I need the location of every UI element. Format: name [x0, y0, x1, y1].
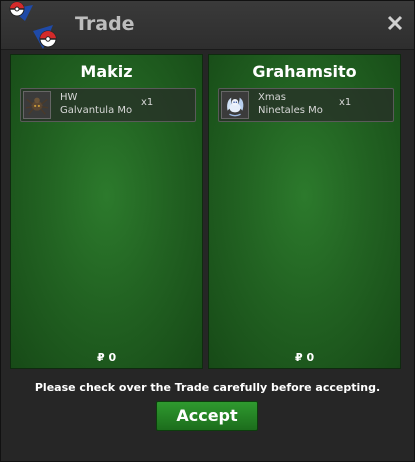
trade-item-right[interactable]: Xmas Ninetales Mo x1 [218, 88, 394, 122]
trade-panel-right: Grahamsito Xmas Ninetales Mo x1 ₽ 0 [208, 54, 401, 369]
trade-notice: Please check over the Trade carefully be… [34, 381, 381, 394]
accept-button[interactable]: Accept [156, 401, 258, 431]
trade-item-left[interactable]: HW Galvantula Mo x1 [20, 88, 196, 122]
player-name-left: Makiz [80, 62, 133, 81]
item-line2-left: Galvantula Mo [60, 105, 133, 116]
money-right: ₽ 0 [295, 351, 315, 364]
item-line1-right: Xmas [258, 92, 286, 103]
title-bar[interactable]: Trade [1, 1, 414, 50]
close-icon[interactable] [384, 12, 406, 34]
player-name-right: Grahamsito [252, 62, 357, 81]
item-name-left: HW Galvantula Mo [60, 91, 132, 117]
trade-panels: Makiz HW Galvantula Mo x1 ₽ 0 Grahamsito… [10, 54, 405, 370]
fox-icon [221, 91, 249, 119]
item-line1-left: HW [60, 92, 78, 103]
window-title: Trade [75, 13, 135, 35]
trade-window: Trade Makiz HW Galvantula Mo x1 ₽ 0 Grah… [0, 0, 415, 462]
item-quantity-left: x1 [141, 97, 154, 108]
spider-icon [23, 91, 51, 119]
item-line2-right: Ninetales Mo [258, 105, 323, 116]
pokeball-logo-icon [9, 1, 57, 49]
money-left: ₽ 0 [97, 351, 117, 364]
item-quantity-right: x1 [339, 97, 352, 108]
item-name-right: Xmas Ninetales Mo [258, 91, 323, 117]
trade-panel-left: Makiz HW Galvantula Mo x1 ₽ 0 [10, 54, 203, 369]
